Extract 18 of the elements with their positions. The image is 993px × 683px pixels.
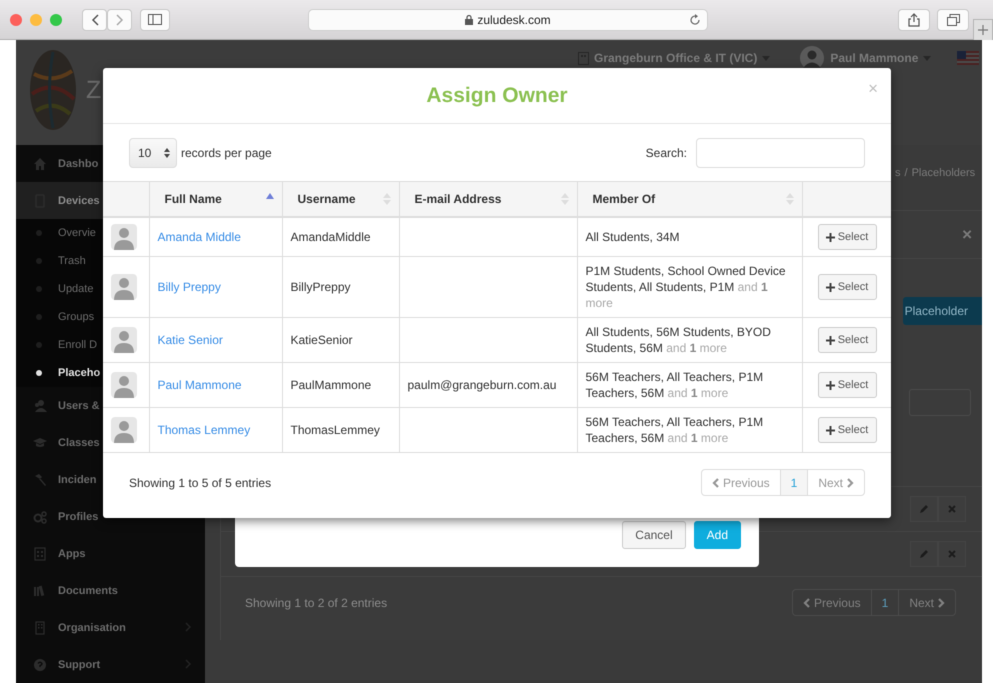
table-cell: paulm@grangeburn.com.au [408, 378, 556, 392]
table-cell: 56M Teachers, All Teachers, P1M Teachers, 56M and 1 more [586, 370, 764, 400]
url-text: zuludesk.com [477, 12, 551, 26]
table-cell: ThomasLemmey [290, 423, 380, 437]
table-cell: AmandaMiddle [290, 230, 371, 244]
entries-info: Showing 1 to 5 of 5 entries [129, 476, 272, 490]
search-label: Search: [646, 146, 687, 160]
table-cell: KatieSenior [290, 333, 353, 347]
table-cell: All Students, 56M Students, BYOD Students, 56M and 1 more [586, 325, 771, 355]
table-cell: P1M Students, School Owned Device Students, All Students, P1M and 1 more [586, 264, 786, 310]
breadcrumb-separator: / [904, 166, 908, 178]
table-cell: PaulMammone [290, 378, 372, 392]
dialog-title: Assign Owner [426, 84, 568, 108]
table-cell: All Students, 34M [586, 230, 680, 244]
table-cell: 56M Teachers, All Teachers, P1M Teachers, 56M and 1 more [586, 415, 764, 445]
table-cell: BillyPreppy [290, 280, 351, 294]
entries-info: Showing 1 to 2 of 2 entries [245, 596, 388, 610]
page-size-label: records per page [181, 146, 272, 160]
